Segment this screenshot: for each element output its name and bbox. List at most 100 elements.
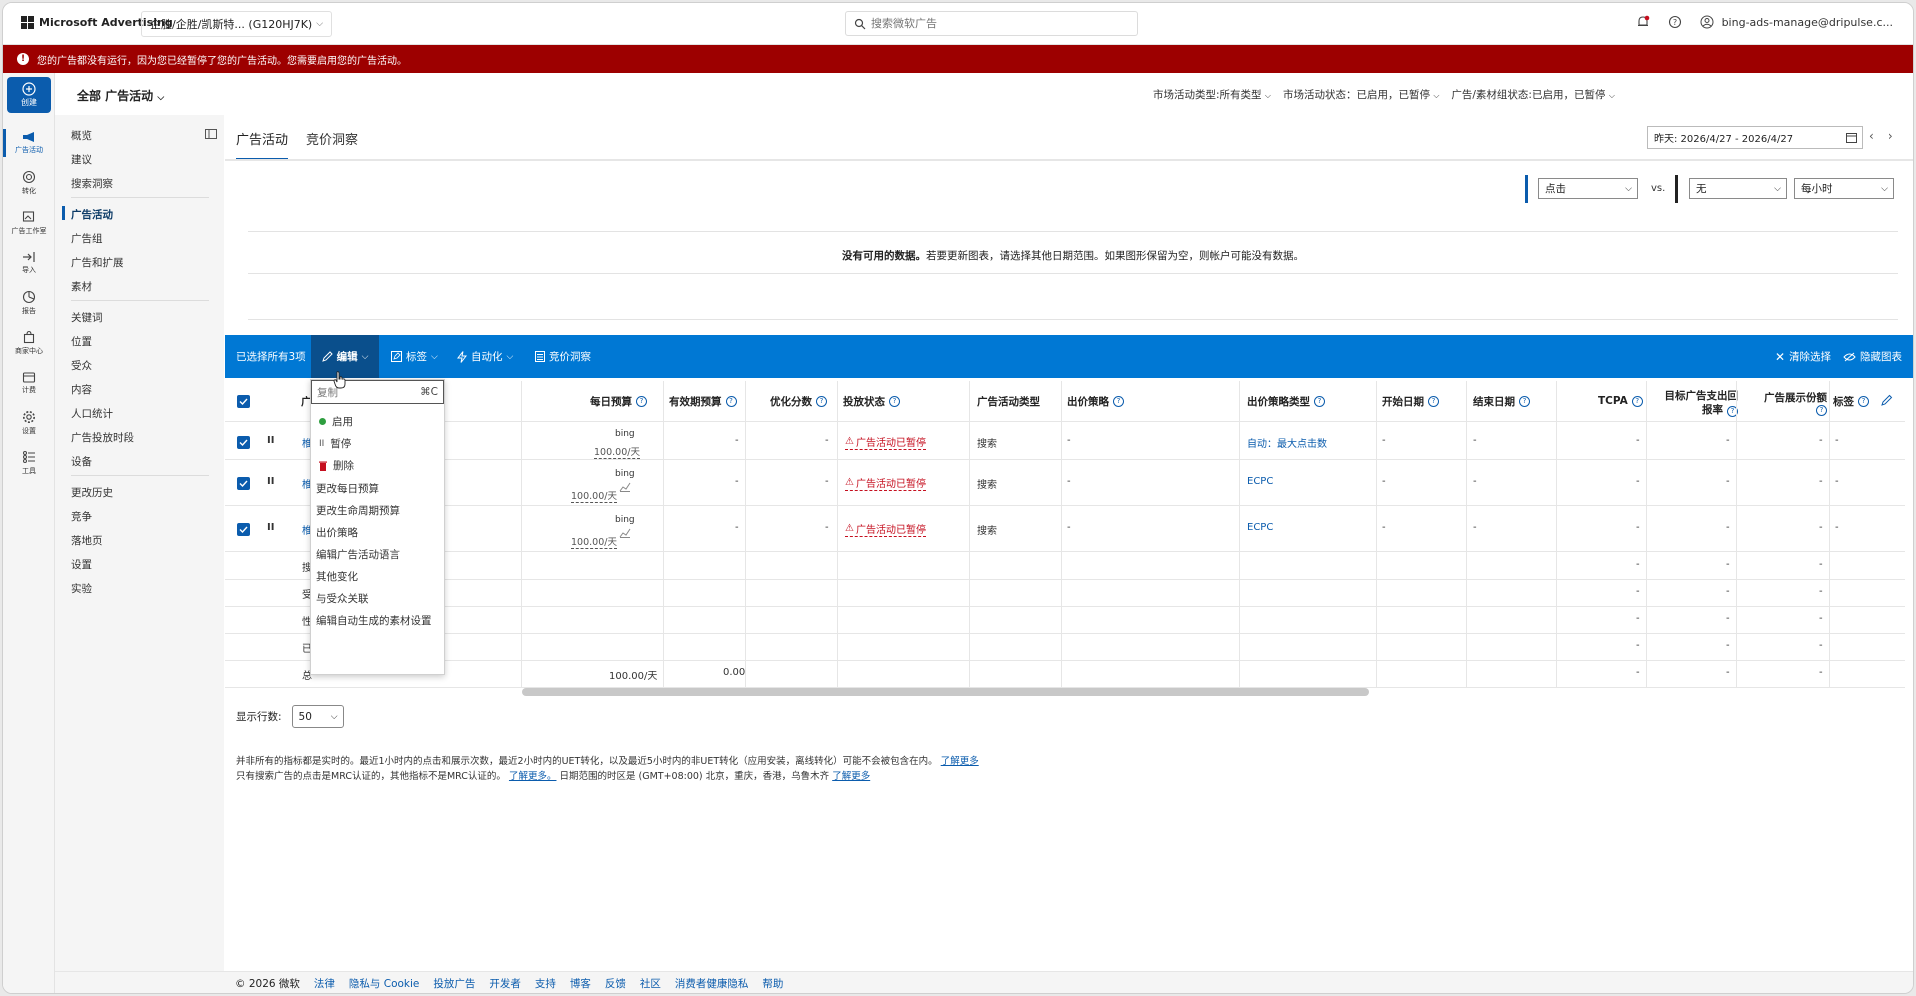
learn-more-link[interactable]: 了解更多 — [941, 756, 979, 767]
menu-item-copy[interactable]: 复制 ⌘C — [311, 380, 444, 404]
tab-campaigns[interactable]: 广告活动 — [236, 129, 289, 160]
bid-strategy-type-link[interactable]: ECPC — [1247, 522, 1273, 533]
daily-budget-value[interactable]: 100.00/天 — [571, 534, 617, 549]
rail-item-reports[interactable]: 报告 — [3, 285, 55, 321]
rows-per-page-select[interactable]: 50 ⌵ — [291, 705, 344, 728]
footer-link-blog[interactable]: 博客 — [570, 976, 591, 991]
pause-status-icon[interactable]: II — [267, 476, 274, 487]
account-selector[interactable]: 企胜/企胜/凯斯特... (G120HJ7K) ⌵ — [141, 11, 333, 37]
nav-overview[interactable]: 概览 — [71, 128, 92, 143]
nav-competition[interactable]: 竞争 — [71, 509, 92, 524]
col-tcpa[interactable]: TCPA? — [1598, 381, 1643, 421]
help-icon[interactable]: ? — [1631, 395, 1643, 407]
col-valid-budget[interactable]: 有效期预算? — [669, 381, 737, 421]
col-impression-share[interactable]: 广告展示份额? — [1752, 383, 1827, 423]
nav-content[interactable]: 内容 — [71, 382, 92, 397]
chevron-right-icon[interactable]: › — [1888, 129, 1893, 143]
col-bid-strategy[interactable]: 出价策略? — [1067, 381, 1124, 421]
row-checkbox[interactable] — [237, 436, 250, 449]
pause-status-icon[interactable]: II — [267, 522, 274, 533]
metric1-select[interactable]: 点击 ⌵ — [1538, 178, 1638, 199]
nav-ads-extensions[interactable]: 广告和扩展 — [71, 255, 124, 270]
help-icon[interactable]: ? — [1858, 395, 1869, 407]
notification-bell-icon[interactable] — [1636, 15, 1650, 29]
date-range-picker[interactable]: 昨天: 2026/4/27 - 2026/4/27 — [1647, 126, 1863, 149]
clear-selection-button[interactable]: ✕ 清除选择 — [1775, 335, 1831, 378]
auction-insights-button[interactable]: 竞价洞察 — [535, 335, 591, 378]
nav-search-insights[interactable]: 搜索洞察 — [71, 176, 113, 191]
menu-item-edit-language[interactable]: 编辑广告活动语言 — [316, 547, 400, 562]
nav-audiences[interactable]: 受众 — [71, 358, 92, 373]
tab-auction-insights[interactable]: 竞价洞察 — [306, 129, 358, 160]
nav-ad-groups[interactable]: 广告组 — [71, 231, 103, 246]
daily-budget-value[interactable]: 100.00/天 — [594, 444, 640, 459]
nav-landing-pages[interactable]: 落地页 — [71, 533, 103, 548]
nav-demographics[interactable]: 人口统计 — [71, 406, 113, 421]
delivery-status[interactable]: ⚠ 广告活动已暂停 — [845, 434, 926, 450]
col-bid-strategy-type[interactable]: 出价策略类型? — [1247, 381, 1325, 421]
bid-strategy-type-link[interactable]: ECPC — [1247, 476, 1273, 487]
col-delivery-status[interactable]: 投放状态? — [843, 381, 900, 421]
pause-status-icon[interactable]: II — [267, 435, 274, 446]
delivery-status[interactable]: ⚠ 广告活动已暂停 — [845, 521, 926, 537]
delivery-status[interactable]: ⚠ 广告活动已暂停 — [845, 475, 926, 491]
daily-budget-value[interactable]: 100.00/天 — [571, 488, 617, 503]
help-icon[interactable]: ? — [816, 395, 827, 407]
rail-item-ad-studio[interactable]: 广告工作室 — [3, 205, 55, 241]
footer-link-legal[interactable]: 法律 — [314, 976, 335, 991]
automate-button[interactable]: 自动化 ⌵ — [457, 335, 513, 378]
search-input[interactable] — [871, 17, 1111, 30]
rail-item-tools[interactable]: 工具 — [3, 445, 55, 481]
user-email[interactable]: bing-ads-manage@dripulse.c... — [1722, 16, 1893, 29]
granularity-select[interactable]: 每小时 ⌵ — [1794, 178, 1894, 199]
user-avatar-icon[interactable] — [1700, 15, 1714, 29]
menu-item-change-lifetime-budget[interactable]: 更改生命周期预算 — [316, 503, 400, 518]
help-icon[interactable]: ? — [1519, 395, 1530, 407]
labels-button[interactable]: 标签 ⌵ — [391, 335, 438, 378]
menu-item-pause[interactable]: II 暂停 — [319, 436, 351, 451]
menu-item-auto-asset-settings[interactable]: 编辑自动生成的素材设置 — [316, 613, 432, 628]
nav-campaigns[interactable]: 广告活动 — [62, 206, 113, 222]
footer-link-feedback[interactable]: 反馈 — [605, 976, 626, 991]
help-icon[interactable]: ? — [1314, 395, 1325, 407]
col-target-roas[interactable]: 目标广告支出回 报率? — [1656, 383, 1738, 423]
horizontal-scrollbar[interactable] — [522, 688, 1369, 696]
menu-item-other-changes[interactable]: 其他变化 — [316, 569, 358, 584]
help-icon[interactable]: ? — [725, 395, 737, 407]
help-icon[interactable]: ? — [636, 395, 647, 407]
col-optimization-score[interactable]: 优化分数? — [770, 381, 827, 421]
rail-item-merchant-center[interactable]: 商家中心 — [3, 325, 55, 361]
nav-settings[interactable]: 设置 — [71, 557, 92, 572]
help-icon[interactable]: ? — [1668, 15, 1682, 29]
menu-item-delete[interactable]: 删除 — [319, 458, 354, 473]
menu-item-associate-audience[interactable]: 与受众关联 — [316, 591, 369, 606]
nav-experiments[interactable]: 实验 — [71, 581, 92, 596]
create-button[interactable]: 创建 — [7, 77, 51, 113]
chevron-left-icon[interactable]: ‹ — [1869, 129, 1874, 143]
footer-link-advertise[interactable]: 投放广告 — [433, 976, 475, 991]
col-end-date[interactable]: 结束日期? — [1473, 381, 1530, 421]
row-checkbox[interactable] — [237, 477, 250, 490]
footer-link-community[interactable]: 社区 — [640, 976, 661, 991]
nav-devices[interactable]: 设备 — [71, 454, 92, 469]
nav-keywords[interactable]: 关键词 — [71, 310, 103, 325]
col-labels[interactable]: 标签? — [1833, 381, 1869, 421]
trend-chart-icon[interactable] — [619, 527, 631, 541]
select-all-checkbox[interactable] — [237, 395, 250, 408]
menu-item-enable[interactable]: 启用 — [319, 414, 353, 429]
help-icon[interactable]: ? — [1816, 404, 1827, 416]
menu-item-bid-strategy[interactable]: 出价策略 — [316, 525, 358, 540]
footer-link-support[interactable]: 支持 — [535, 976, 556, 991]
filter-campaign-status[interactable]: 市场活动状态：已启用，已暂停 ⌵ — [1283, 87, 1439, 102]
metric2-select[interactable]: 无 ⌵ — [1689, 178, 1787, 199]
rail-item-import[interactable]: 导入 — [3, 245, 55, 281]
menu-item-change-daily-budget[interactable]: 更改每日预算 — [316, 481, 379, 496]
nav-change-history[interactable]: 更改历史 — [71, 485, 113, 500]
help-icon[interactable]: ? — [889, 395, 900, 407]
footer-link-help[interactable]: 帮助 — [762, 976, 783, 991]
col-campaign-type[interactable]: 广告活动类型 — [977, 381, 1040, 421]
nav-locations[interactable]: 位置 — [71, 334, 92, 349]
campaign-scope-selector[interactable]: 全部 广告活动 ⌵ — [77, 87, 164, 104]
col-daily-budget[interactable]: 每日预算? — [590, 381, 647, 421]
nav-recommendations[interactable]: 建议 — [71, 152, 92, 167]
